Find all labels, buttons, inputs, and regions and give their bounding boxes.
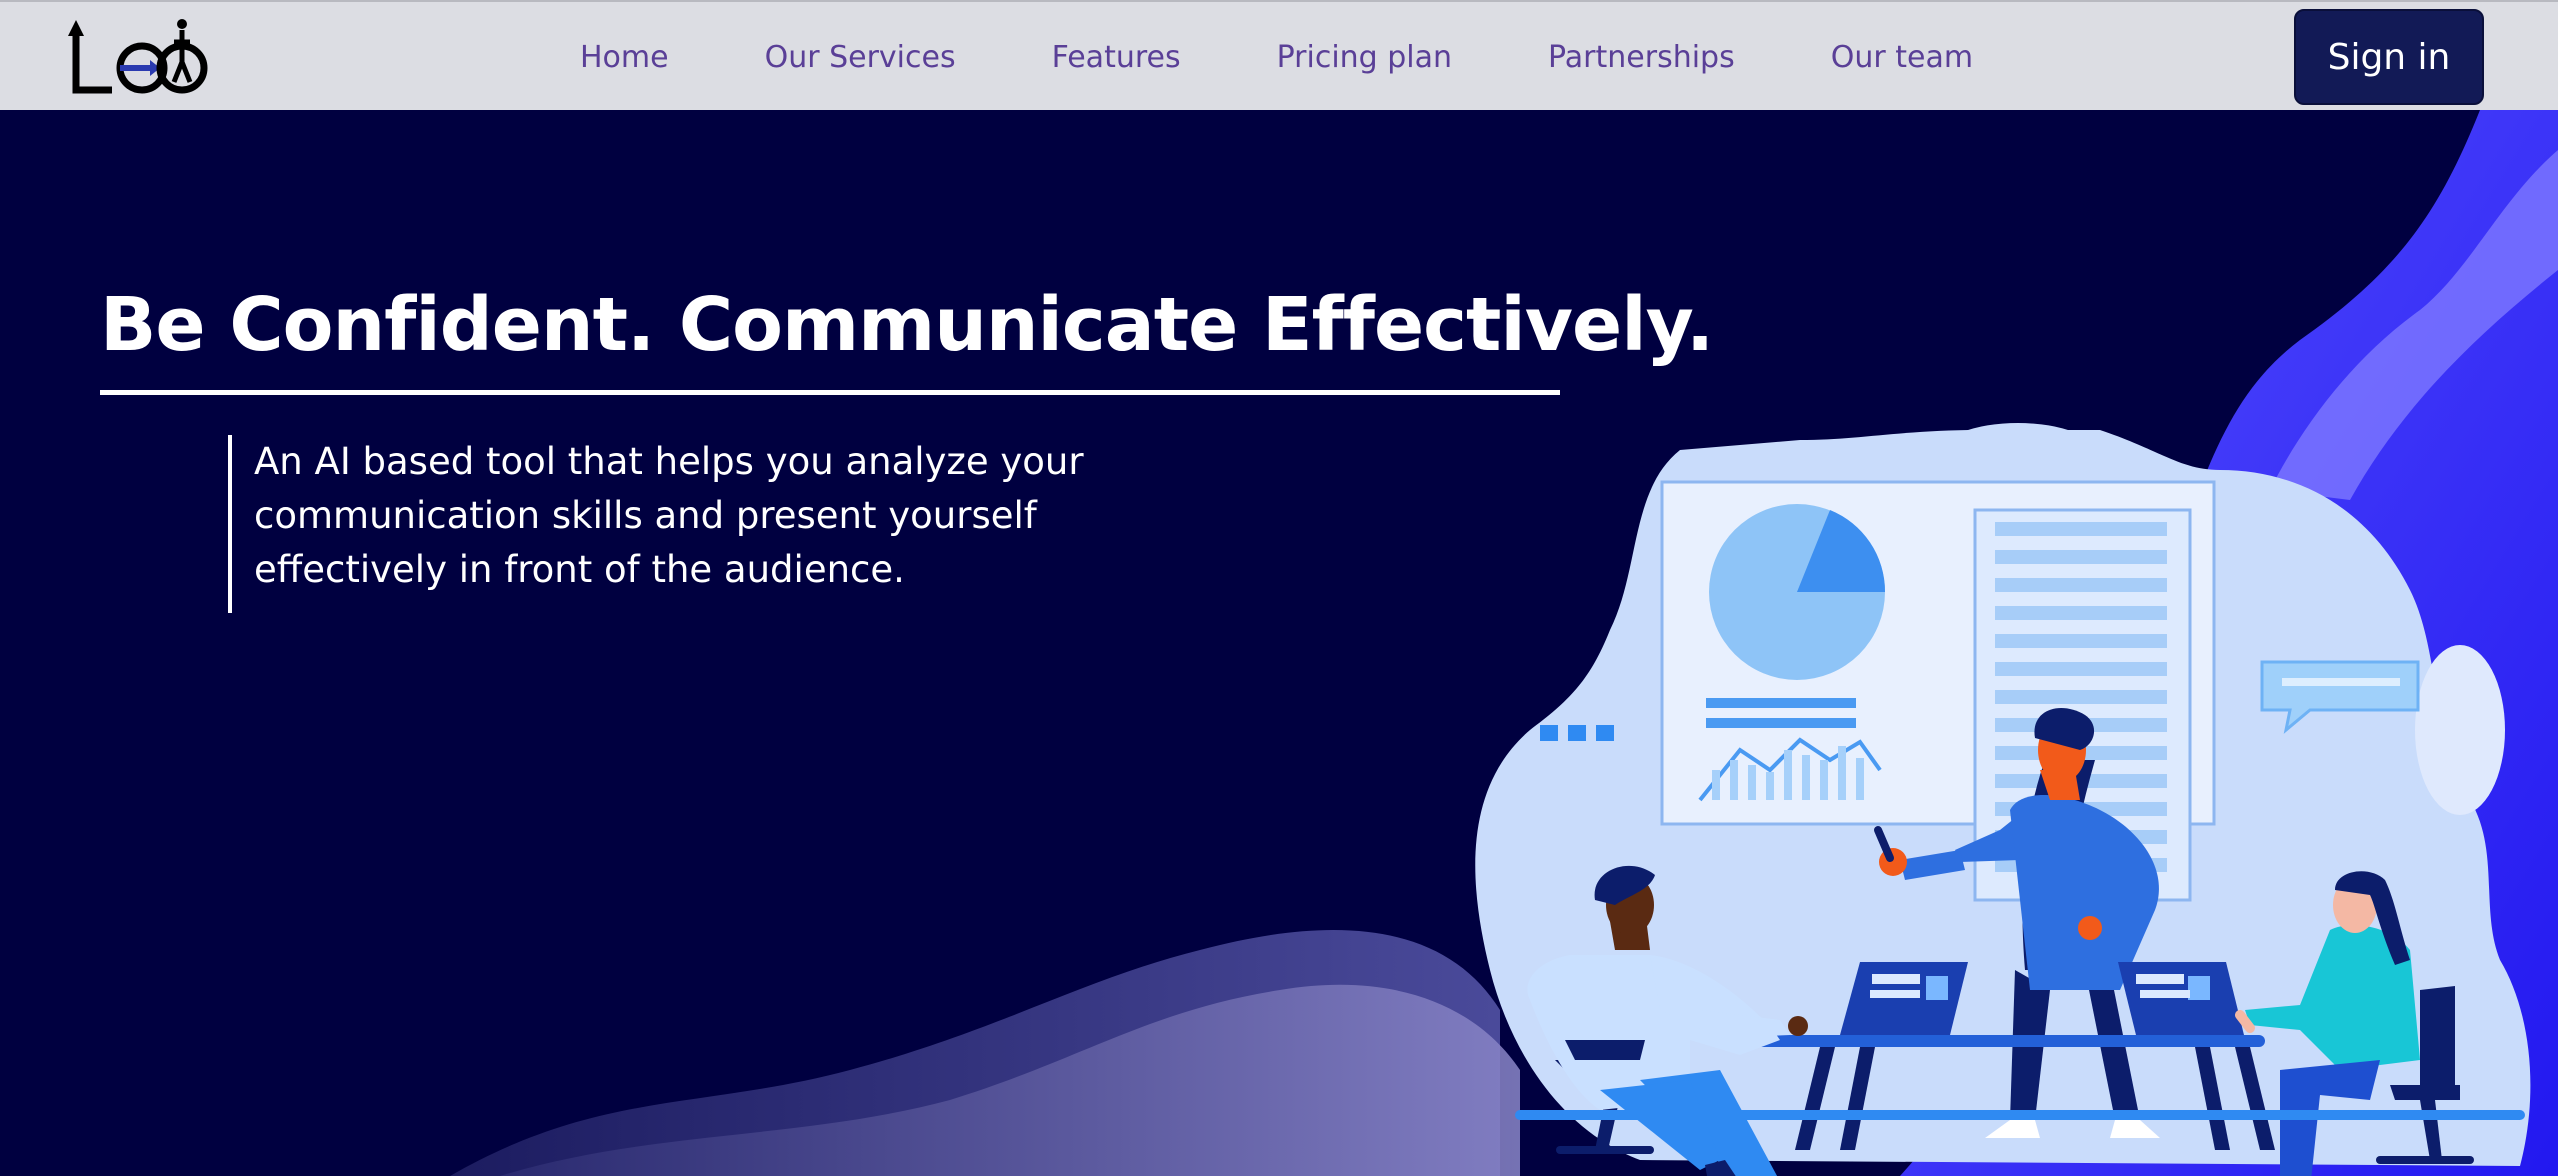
laptop-icon (2118, 962, 2244, 1035)
logo-icon[interactable] (68, 12, 218, 98)
nav-links: Home Our Services Features Pricing plan … (530, 2, 2069, 112)
nav-link-home[interactable]: Home (580, 40, 669, 75)
nav-link-pricing-plan[interactable]: Pricing plan (1277, 40, 1452, 75)
laptop-icon (1840, 962, 1968, 1035)
hero-section: Be Confident. Communicate Effectively. A… (0, 110, 2558, 1176)
meeting-illustration (1475, 423, 2531, 1176)
pie-chart-icon (1709, 504, 1886, 680)
nav-link-features[interactable]: Features (1052, 40, 1181, 75)
top-navbar: Home Our Services Features Pricing plan … (0, 0, 2558, 110)
sign-in-button[interactable]: Sign in (2294, 9, 2484, 105)
nav-link-partnerships[interactable]: Partnerships (1548, 40, 1735, 75)
nav-link-our-services[interactable]: Our Services (765, 40, 956, 75)
nav-link-our-team[interactable]: Our team (1831, 40, 1973, 75)
